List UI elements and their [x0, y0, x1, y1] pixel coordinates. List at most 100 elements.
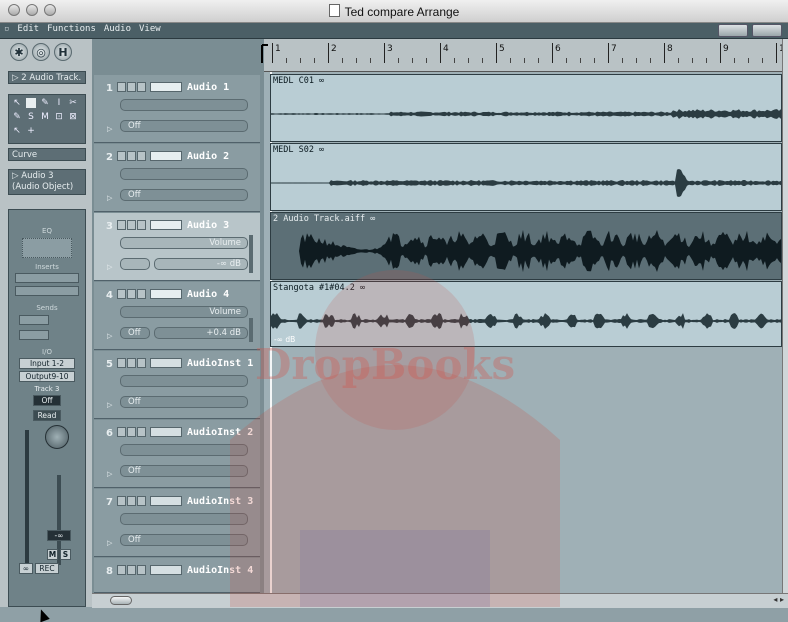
automation-param-slot[interactable]: Volume [120, 237, 248, 249]
record-icon[interactable] [127, 151, 136, 161]
track-row[interactable]: 7 AudioInst 3 Off ▷ [94, 489, 260, 557]
track-row[interactable]: 6 AudioInst 2 Off ▷ [94, 420, 260, 488]
track-param-slot[interactable] [120, 168, 248, 180]
mute-icon[interactable] [117, 565, 126, 575]
horizontal-scrollbar[interactable]: ◂ ▸ [92, 593, 788, 608]
send-slot-1[interactable] [19, 315, 49, 325]
solo-icon[interactable] [137, 496, 146, 506]
audio-region[interactable]: Stangota #1#04.2 ∞ -∞ dB [270, 281, 782, 347]
link-button[interactable]: ∞ [19, 563, 33, 574]
track-name[interactable]: Audio 3 [187, 220, 229, 231]
solo-icon[interactable] [137, 427, 146, 437]
track-row[interactable]: 2 Audio 2 Off ▷ [94, 144, 260, 212]
automation-read-button[interactable]: Read [33, 410, 61, 421]
solo-button[interactable]: S [60, 549, 71, 560]
hide-icon[interactable]: H [54, 43, 72, 61]
record-icon[interactable] [127, 565, 136, 575]
bar-ruler[interactable]: 1234567891 [261, 39, 785, 72]
track-param-slot[interactable] [120, 513, 248, 525]
scroll-thumb[interactable] [110, 596, 132, 605]
disclosure-triangle-icon[interactable]: ▷ [107, 401, 112, 409]
menu-view[interactable]: View [137, 24, 163, 34]
automation-slot[interactable]: Off [120, 534, 248, 546]
solo-icon[interactable] [137, 565, 146, 575]
track-row[interactable]: 8 AudioInst 4 [94, 558, 260, 593]
track-name[interactable]: AudioInst 3 [187, 496, 253, 507]
output-selector[interactable]: Output9-10 [19, 371, 75, 382]
disclosure-triangle-icon[interactable]: ▷ [107, 125, 112, 133]
record-enable-button[interactable]: REC [35, 563, 59, 574]
track-name[interactable]: AudioInst 4 [187, 565, 253, 576]
automation-slot[interactable]: Off [120, 189, 248, 201]
track-name[interactable]: Audio 2 [187, 151, 229, 162]
scroll-arrows-icon[interactable]: ◂ ▸ [773, 595, 784, 604]
track-name[interactable]: AudioInst 1 [187, 358, 253, 369]
crossfade-tool-icon[interactable]: ⊠ [68, 112, 78, 122]
solo-icon[interactable] [137, 151, 146, 161]
record-icon[interactable] [127, 358, 136, 368]
track-param-slot[interactable] [120, 444, 248, 456]
input-selector[interactable]: Input 1-2 [19, 358, 75, 369]
pencil-tool-icon[interactable] [26, 98, 36, 108]
eraser-tool-icon[interactable]: ✎ [40, 98, 50, 108]
plus-tool-icon[interactable]: + [26, 126, 36, 136]
record-icon[interactable] [127, 427, 136, 437]
mute-icon[interactable] [117, 496, 126, 506]
mute-icon[interactable] [117, 289, 126, 299]
audio-region[interactable]: MEDL S02 ∞ [270, 143, 782, 211]
eq-display[interactable] [22, 238, 72, 258]
text-tool-icon[interactable]: I [54, 98, 64, 108]
catch-icon[interactable]: ✱ [10, 43, 28, 61]
track-name[interactable]: Audio 1 [187, 82, 229, 93]
zoom-vertical-button[interactable] [718, 24, 748, 37]
solo-icon[interactable] [137, 289, 146, 299]
insert-slot-1[interactable] [15, 273, 79, 283]
solo-icon[interactable] [137, 220, 146, 230]
arrange-area[interactable]: MEDL C01 ∞ MEDL S02 ∞ 2 Audio Track.aiff… [264, 72, 782, 593]
record-icon[interactable] [127, 220, 136, 230]
mute-tool-icon[interactable]: M [40, 112, 50, 122]
menu-edit[interactable]: Edit [15, 24, 41, 34]
menu-toggle-icon[interactable]: ▫ [2, 24, 11, 34]
disclosure-triangle-icon[interactable]: ▷ [107, 194, 112, 202]
mute-button[interactable]: M [47, 549, 58, 560]
disclosure-triangle-icon[interactable]: ▷ [107, 263, 112, 271]
track-row[interactable]: 1 Audio 1 Off ▷ [94, 75, 260, 143]
automation-slot[interactable] [120, 258, 150, 270]
glue-tool-icon[interactable]: ✎ [12, 112, 22, 122]
menu-audio[interactable]: Audio [102, 24, 133, 34]
vertical-scrollbar[interactable] [782, 39, 788, 593]
record-icon[interactable] [127, 496, 136, 506]
pan-knob[interactable] [45, 425, 69, 449]
disclosure-triangle-icon[interactable]: ▷ [107, 539, 112, 547]
mute-icon[interactable] [117, 358, 126, 368]
insert-slot-2[interactable] [15, 286, 79, 296]
menu-functions[interactable]: Functions [45, 24, 98, 34]
automation-slot[interactable]: Off [120, 120, 248, 132]
send-slot-2[interactable] [19, 330, 49, 340]
curve-selector[interactable]: Curve [8, 148, 86, 161]
track-row[interactable]: 4 Audio 4 Volume Off +0.4 dB ▷ [94, 282, 260, 350]
mute-icon[interactable] [117, 427, 126, 437]
track-row[interactable]: 5 AudioInst 1 Off ▷ [94, 351, 260, 419]
automation-slot[interactable]: Off [120, 327, 150, 339]
track-param-slot[interactable] [120, 99, 248, 111]
automation-tool-icon[interactable]: ↖ [12, 126, 22, 136]
zoom-horizontal-button[interactable] [752, 24, 782, 37]
mute-icon[interactable] [117, 151, 126, 161]
automation-slot[interactable]: Off [120, 396, 248, 408]
scissors-tool-icon[interactable]: ✂ [68, 98, 78, 108]
link-icon[interactable]: ◎ [32, 43, 50, 61]
solo-icon[interactable] [137, 82, 146, 92]
solo-icon[interactable] [137, 358, 146, 368]
audio-region[interactable]: MEDL C01 ∞ [270, 74, 782, 142]
automation-param-slot[interactable]: Volume [120, 306, 248, 318]
track-row[interactable]: 3 Audio 3 Volume -∞ dB ▷ [94, 213, 260, 281]
track-name[interactable]: AudioInst 2 [187, 427, 253, 438]
automation-slot[interactable]: Off [120, 465, 248, 477]
disclosure-triangle-icon[interactable]: ▷ [107, 332, 112, 340]
disclosure-triangle-icon[interactable]: ▷ [107, 470, 112, 478]
mute-icon[interactable] [117, 220, 126, 230]
mute-icon[interactable] [117, 82, 126, 92]
zoom-tool-icon[interactable]: ⊡ [54, 112, 64, 122]
